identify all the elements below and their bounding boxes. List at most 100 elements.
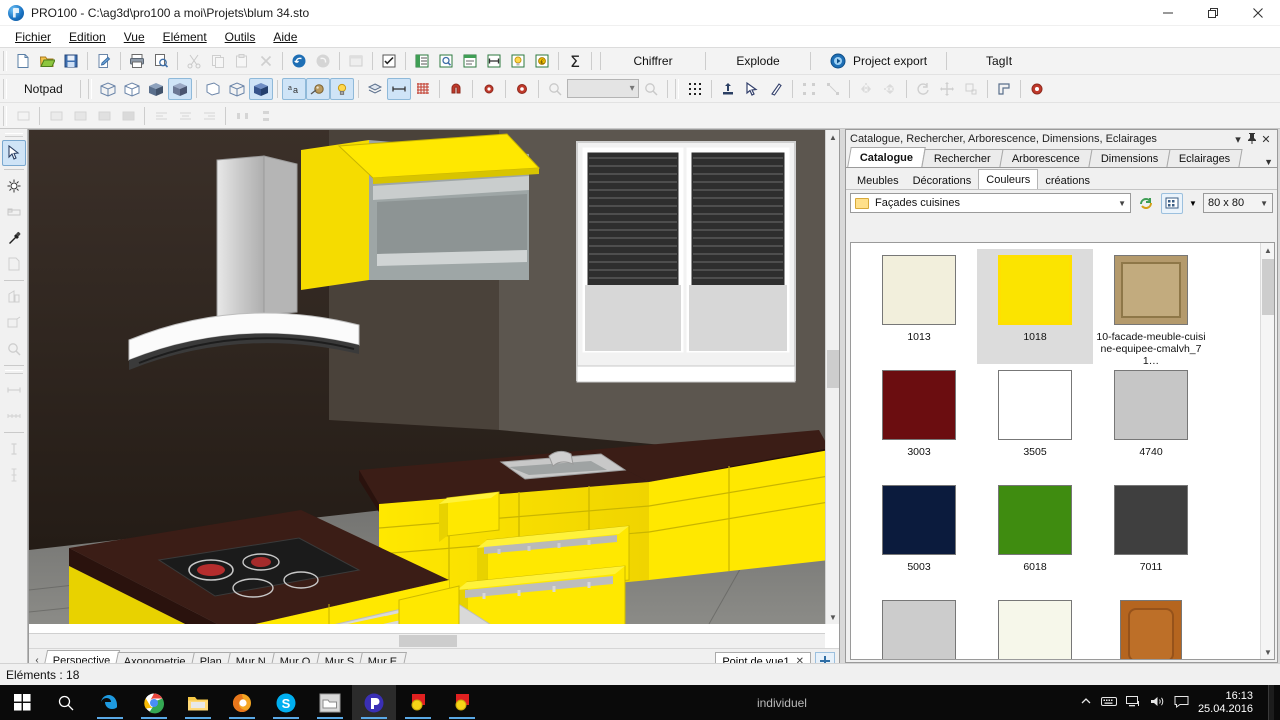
swatch-item[interactable] bbox=[861, 594, 977, 660]
edge-icon[interactable] bbox=[88, 685, 132, 720]
chevron-down-icon[interactable]: ▾ bbox=[1231, 133, 1245, 146]
taskbar-clock[interactable]: 16:13 25.04.2016 bbox=[1198, 690, 1259, 716]
swatch-item[interactable]: 5003 bbox=[861, 479, 977, 594]
lightbulb-icon[interactable] bbox=[330, 78, 354, 100]
skype-icon[interactable]: S bbox=[264, 685, 308, 720]
material-sphere-icon[interactable] bbox=[306, 78, 330, 100]
menu-vue[interactable]: Vue bbox=[115, 28, 154, 46]
print-preview-icon[interactable] bbox=[149, 50, 173, 72]
swatch-color[interactable] bbox=[998, 370, 1072, 440]
subtab-couleurs[interactable]: Couleurs bbox=[978, 169, 1038, 189]
box-wire-icon[interactable] bbox=[225, 78, 249, 100]
show-desktop-button[interactable] bbox=[1268, 685, 1274, 720]
firefox-icon[interactable] bbox=[220, 685, 264, 720]
price-tag-icon[interactable]: € bbox=[530, 50, 554, 72]
scroll-up-arrow-icon[interactable]: ▲ bbox=[826, 130, 840, 144]
swatch-color[interactable] bbox=[882, 600, 956, 660]
subtab-meubles[interactable]: Meubles bbox=[850, 172, 906, 189]
report-icon[interactable] bbox=[410, 50, 434, 72]
horizontal-scroll-thumb[interactable] bbox=[399, 635, 457, 647]
print-icon[interactable] bbox=[125, 50, 149, 72]
swatch-item[interactable]: 10-facade-meuble-cuisine-equipee-cmalvh_… bbox=[1093, 249, 1209, 364]
show-hidden-icons-chevron[interactable] bbox=[1080, 695, 1092, 710]
media-app-icon[interactable] bbox=[440, 685, 484, 720]
thumbnail-size-combo[interactable]: 80 x 80 ▼ bbox=[1203, 193, 1273, 213]
tab-catalogue[interactable]: Catalogue bbox=[847, 147, 926, 167]
box-blue-icon[interactable] bbox=[249, 78, 273, 100]
magnet-snap-icon[interactable] bbox=[444, 78, 468, 100]
tagit-button[interactable]: TagIt bbox=[951, 50, 1047, 72]
scroll-down-arrow-icon[interactable]: ▼ bbox=[826, 610, 840, 624]
menu-outils[interactable]: Outils bbox=[216, 28, 265, 46]
align-icon[interactable] bbox=[992, 78, 1016, 100]
refresh-green-icon[interactable] bbox=[1135, 193, 1157, 214]
text-labels-icon[interactable]: aa bbox=[282, 78, 306, 100]
hidden-line-icon[interactable] bbox=[120, 78, 144, 100]
select-arrow-tool[interactable] bbox=[2, 140, 26, 166]
scroll-down-arrow-icon[interactable]: ▼ bbox=[1261, 645, 1275, 659]
minimize-button[interactable] bbox=[1145, 0, 1190, 26]
close-icon[interactable]: ✕ bbox=[1259, 133, 1273, 146]
measure-icon[interactable] bbox=[482, 50, 506, 72]
swatch-texture[interactable] bbox=[1114, 255, 1188, 325]
3d-viewport[interactable] bbox=[29, 130, 825, 624]
left-tools-grip[interactable] bbox=[5, 132, 23, 138]
render-group-grip[interactable] bbox=[87, 79, 94, 99]
wireframe-icon[interactable] bbox=[96, 78, 120, 100]
keyboard-icon[interactable] bbox=[1101, 695, 1117, 710]
pro100-icon[interactable] bbox=[352, 685, 396, 720]
subtab-creations[interactable]: créations bbox=[1038, 172, 1097, 189]
swatch-color[interactable] bbox=[1114, 485, 1188, 555]
tab-dimensions[interactable]: Dimensions bbox=[1088, 149, 1171, 167]
edit-toolbar-grip[interactable] bbox=[2, 106, 9, 126]
gear-settings-icon[interactable] bbox=[510, 78, 534, 100]
swatch-color[interactable] bbox=[882, 370, 956, 440]
project-export-button[interactable]: Project export bbox=[815, 50, 942, 72]
category-dropdown[interactable]: Façades cuisines ▼ bbox=[850, 193, 1131, 213]
maximize-restore-button[interactable] bbox=[1190, 0, 1235, 26]
swatch-item[interactable] bbox=[977, 594, 1093, 660]
preview-report-icon[interactable] bbox=[434, 50, 458, 72]
action-center-icon[interactable] bbox=[1174, 695, 1189, 711]
chiffrer-button[interactable]: Chiffrer bbox=[605, 50, 701, 72]
export-list-icon[interactable] bbox=[458, 50, 482, 72]
view-mode-chevron-icon[interactable]: ▼ bbox=[1187, 193, 1199, 214]
viewport-vertical-scrollbar[interactable]: ▲ ▼ bbox=[825, 130, 839, 624]
subtab-decorations[interactable]: Décorations bbox=[906, 172, 979, 189]
settings-red-icon[interactable] bbox=[1025, 78, 1049, 100]
swatch-color[interactable] bbox=[998, 600, 1072, 660]
swatch-item[interactable]: 7011 bbox=[1093, 479, 1209, 594]
menu-edition[interactable]: Edition bbox=[60, 28, 115, 46]
dimension-line-icon[interactable] bbox=[387, 78, 411, 100]
lightbulb-panel-icon[interactable] bbox=[506, 50, 530, 72]
swatch-color[interactable] bbox=[882, 255, 956, 325]
light-source-tool[interactable] bbox=[2, 173, 26, 199]
menu-element[interactable]: Elément bbox=[154, 28, 216, 46]
scroll-up-arrow-icon[interactable]: ▲ bbox=[1261, 243, 1275, 257]
box-white-icon[interactable] bbox=[201, 78, 225, 100]
open-folder-icon[interactable] bbox=[35, 50, 59, 72]
pdf-app-icon[interactable] bbox=[396, 685, 440, 720]
layers-icon[interactable] bbox=[363, 78, 387, 100]
file-explorer-icon[interactable] bbox=[176, 685, 220, 720]
swatch-item[interactable]: 1013 bbox=[861, 249, 977, 364]
swatch-color[interactable] bbox=[882, 485, 956, 555]
menu-aide[interactable]: Aide bbox=[264, 28, 306, 46]
tab-arborescence[interactable]: Arborescence bbox=[999, 149, 1092, 167]
new-document-icon[interactable] bbox=[11, 50, 35, 72]
swatch-item[interactable]: 3505 bbox=[977, 364, 1093, 479]
folder-window-icon[interactable] bbox=[308, 685, 352, 720]
close-button[interactable] bbox=[1235, 0, 1280, 26]
swatch-item[interactable] bbox=[1093, 594, 1209, 660]
solid-shaded-icon[interactable] bbox=[144, 78, 168, 100]
vertical-scroll-thumb[interactable] bbox=[827, 350, 839, 388]
volume-icon[interactable] bbox=[1150, 695, 1165, 711]
grid-icon[interactable] bbox=[411, 78, 435, 100]
insert-element-icon[interactable] bbox=[716, 78, 740, 100]
tabs-overflow-icon[interactable]: ▼ bbox=[1264, 157, 1277, 167]
save-icon[interactable] bbox=[59, 50, 83, 72]
swatch-item[interactable]: 4740 bbox=[1093, 364, 1209, 479]
windows-start-icon[interactable] bbox=[0, 685, 44, 720]
page-setup-icon[interactable] bbox=[92, 50, 116, 72]
tab-rechercher[interactable]: Rechercher bbox=[922, 149, 1004, 167]
